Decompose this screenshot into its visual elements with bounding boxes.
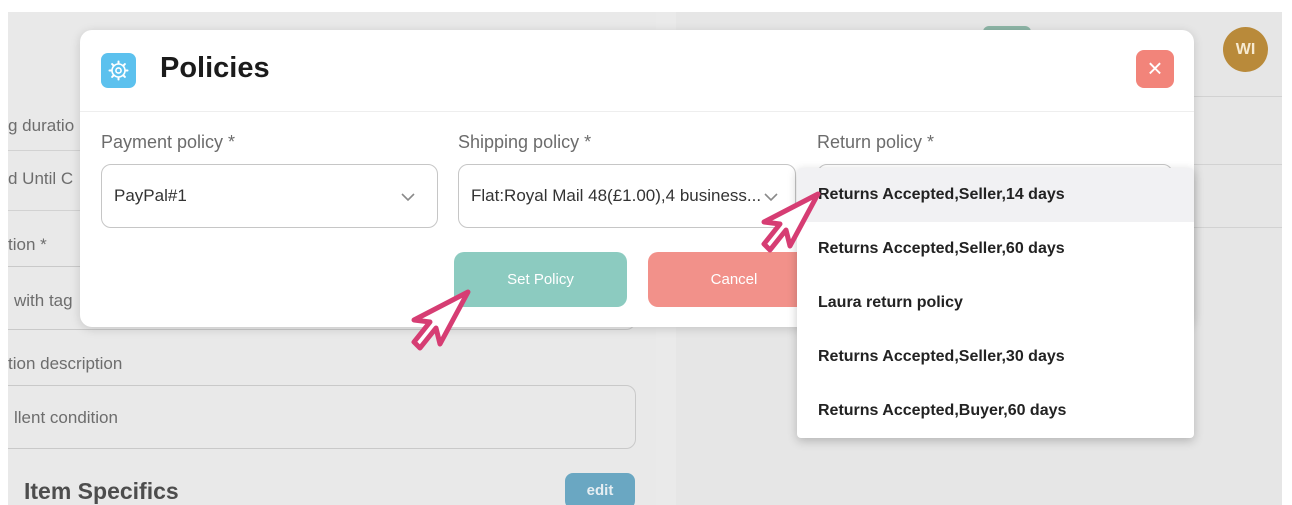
condition-description-value: llent condition — [14, 408, 118, 427]
listing-duration-label: g duratio — [8, 116, 75, 135]
payment-policy-select[interactable]: PayPal#1 — [101, 164, 438, 228]
condition-value: with tag — [14, 291, 73, 310]
dropdown-option[interactable]: Returns Accepted,Seller,14 days — [797, 168, 1194, 222]
pointer-cursor-icon — [761, 191, 821, 253]
avatar[interactable]: WI — [1223, 27, 1268, 72]
modal-header-divider — [80, 111, 1194, 112]
item-specifics-title: Item Specifics — [24, 478, 179, 504]
condition-description-label: tion description — [8, 354, 123, 373]
chevron-down-icon — [401, 193, 415, 202]
gear-icon — [101, 53, 136, 88]
dropdown-option[interactable]: Laura return policy — [797, 276, 1194, 330]
shipping-policy-select[interactable]: Flat:Royal Mail 48(£1.00),4 business... — [458, 164, 796, 228]
return-policy-dropdown: Returns Accepted,Seller,14 days Returns … — [797, 168, 1194, 438]
dropdown-option[interactable]: Returns Accepted,Seller,30 days — [797, 330, 1194, 384]
pointer-cursor-icon — [411, 289, 471, 351]
shipping-policy-label: Shipping policy * — [458, 132, 592, 152]
payment-policy-label: Payment policy * — [101, 132, 236, 152]
payment-policy-value: PayPal#1 — [114, 186, 187, 205]
dropdown-option[interactable]: Returns Accepted,Seller,60 days — [797, 222, 1194, 276]
dropdown-option[interactable]: Returns Accepted,Buyer,60 days — [797, 384, 1194, 438]
modal-title: Policies — [160, 52, 270, 84]
listing-duration-value[interactable]: d Until C — [8, 169, 73, 189]
shipping-policy-value: Flat:Royal Mail 48(£1.00),4 business... — [471, 186, 762, 205]
close-button[interactable]: × — [1136, 50, 1174, 88]
return-policy-label: Return policy * — [817, 132, 935, 152]
condition-label: tion * — [8, 235, 47, 254]
edit-button[interactable]: edit — [565, 473, 635, 505]
